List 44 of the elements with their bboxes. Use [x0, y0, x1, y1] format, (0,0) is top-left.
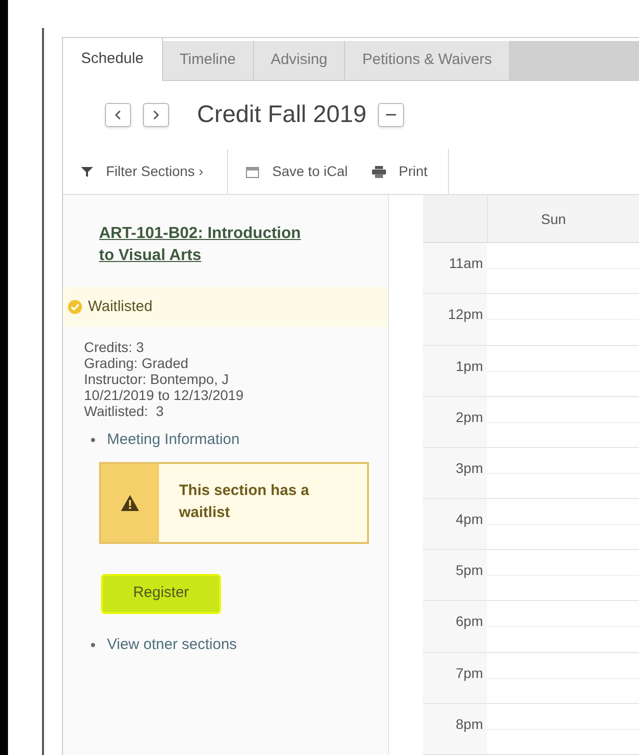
warning-text: This section has a waitlist — [178, 480, 310, 522]
toolbar-button[interactable]: Filter Sections › — [63, 149, 228, 194]
time-label: 6pm — [423, 601, 487, 652]
filter-icon — [81, 166, 93, 178]
tab[interactable]: Petitions & Waivers — [345, 41, 510, 80]
time-label: 7pm — [423, 652, 487, 703]
view-other-sections-link[interactable]: View otner sections — [91, 634, 388, 656]
time-label: 8pm — [423, 704, 487, 754]
time-label: 5pm — [423, 550, 487, 600]
tab[interactable]: Advising — [254, 41, 346, 80]
bullet-icon — [91, 438, 95, 442]
toolbar-button[interactable]: Print — [360, 149, 449, 194]
toolbar-button[interactable]: Save to iCal — [228, 149, 360, 194]
day-header: Sun — [487, 195, 639, 242]
bullet-icon — [91, 642, 95, 647]
time-label: 2pm — [423, 396, 487, 447]
printer-icon — [372, 166, 386, 178]
status-label: Waitlisted — [88, 296, 152, 317]
term-title: Credit Fall 2019 — [197, 100, 366, 130]
detail-text: 10/21/2019 to 12/13/2019 — [84, 387, 245, 403]
course-title-link[interactable]: ART-101-B02: Introduction to Visual Arts — [99, 223, 314, 267]
chevron-left-icon — [115, 110, 121, 120]
tab[interactable]: Timeline — [162, 41, 254, 80]
detail-text: Instructor: Bontempo, J — [84, 371, 230, 387]
tab[interactable]: Schedule — [63, 38, 163, 81]
meeting-information-link[interactable]: Meeting Information — [91, 429, 388, 452]
next-button[interactable] — [143, 103, 169, 127]
minus-icon — [386, 114, 396, 116]
time-label: 11am — [423, 243, 487, 294]
warning-icon — [121, 494, 139, 510]
time-label: 4pm — [423, 499, 487, 550]
chevron-right-icon — [153, 110, 159, 120]
detail-text: Credits: 3 — [84, 339, 145, 355]
time-label: 3pm — [423, 448, 487, 498]
calendar-icon — [246, 166, 260, 178]
previous-button[interactable] — [105, 103, 131, 127]
collapse-button[interactable] — [378, 103, 404, 127]
check-circle-icon — [68, 300, 82, 314]
time-label: 1pm — [423, 346, 487, 396]
detail-text: Waitlisted: 3 — [84, 403, 165, 419]
register-button[interactable]: Register — [101, 574, 221, 614]
header-corner — [423, 195, 487, 242]
detail-text: Grading: Graded — [84, 355, 190, 371]
time-label: 12pm — [423, 294, 487, 345]
